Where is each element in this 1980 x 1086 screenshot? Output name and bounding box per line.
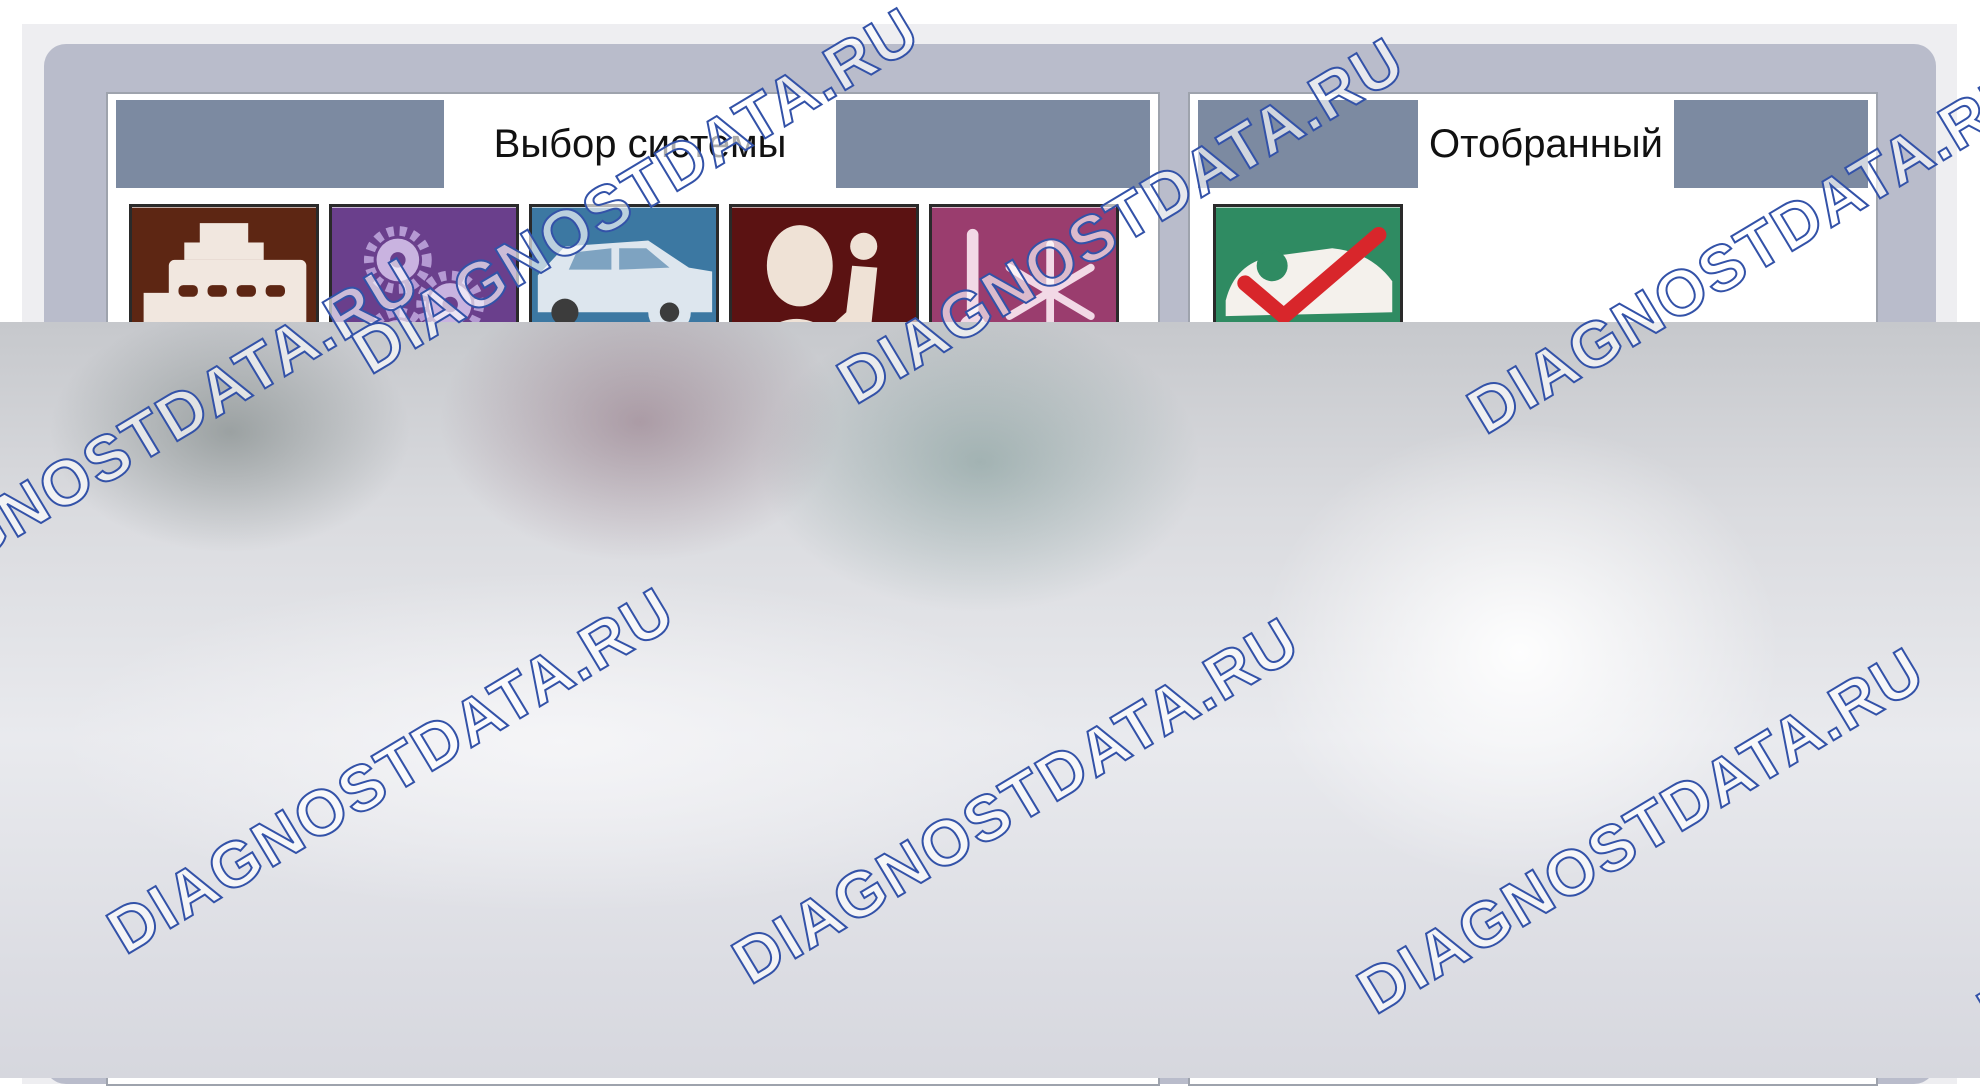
engine-icon bbox=[132, 207, 316, 431]
watermark-text: DIAGNOSTDATA.RU bbox=[1965, 652, 1980, 1049]
system-select-panel: Выбор системы bbox=[106, 92, 1160, 1086]
car-checkmark-icon bbox=[1216, 207, 1400, 431]
chassis-system-tile[interactable] bbox=[529, 204, 719, 434]
selected-system-tile[interactable] bbox=[1213, 204, 1403, 434]
system-select-tab[interactable]: Выбор системы bbox=[444, 100, 836, 188]
transmission-system-tile[interactable] bbox=[329, 204, 519, 434]
transmission-gears-icon bbox=[332, 207, 516, 431]
climate-system-tile[interactable] bbox=[929, 204, 1119, 434]
airbag-system-tile[interactable] bbox=[729, 204, 919, 434]
engine-system-tile[interactable] bbox=[129, 204, 319, 434]
selected-tabbar: Отобранный bbox=[1198, 100, 1868, 188]
airbag-seat-icon bbox=[732, 207, 916, 431]
system-select-tabbar: Выбор системы bbox=[116, 100, 1150, 188]
climate-control-icon bbox=[932, 207, 1116, 431]
car-chassis-icon bbox=[532, 207, 716, 431]
selected-tab[interactable]: Отобранный bbox=[1418, 100, 1674, 188]
selected-panel: Отобранный bbox=[1188, 92, 1878, 1086]
